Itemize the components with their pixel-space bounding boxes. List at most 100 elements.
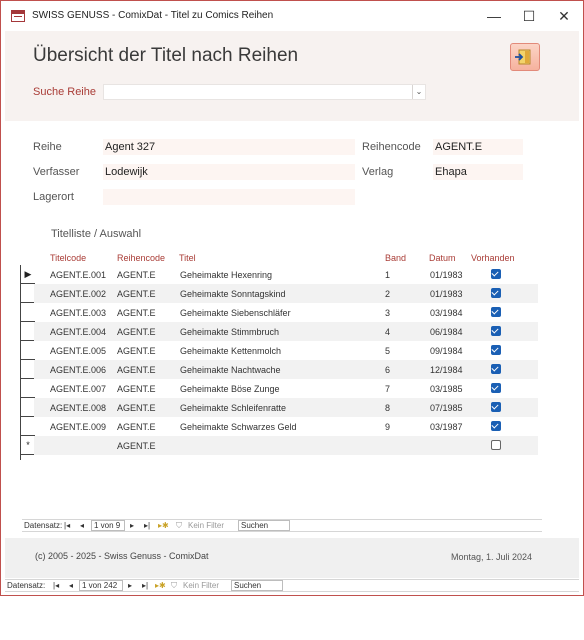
cell-titel[interactable]: Geheimakte Sonntagskind — [180, 289, 286, 299]
cell-titelcode[interactable]: AGENT.E.001 — [50, 270, 106, 280]
cell-datum[interactable]: 03/1984 — [430, 308, 463, 318]
reihencode-field[interactable]: AGENT.E — [433, 139, 523, 155]
cell-titel[interactable]: Geheimakte Stimmbruch — [180, 327, 279, 337]
new-record-button[interactable]: ▸✱ — [158, 521, 169, 530]
col-header-titelcode[interactable]: Titelcode — [50, 253, 86, 263]
cell-reihencode[interactable]: AGENT.E — [117, 289, 156, 299]
no-filter-button[interactable]: Kein Filter — [188, 521, 224, 530]
cell-datum[interactable]: 07/1985 — [430, 403, 463, 413]
previous-record-button[interactable]: ◂ — [80, 521, 84, 530]
col-header-vorhanden[interactable]: Vorhanden — [471, 253, 515, 263]
cell-titelcode[interactable]: AGENT.E.005 — [50, 346, 106, 356]
cell-band[interactable]: 8 — [385, 403, 390, 413]
table-row[interactable]: AGENT.E.007 AGENT.E Geheimakte Böse Zung… — [34, 379, 538, 398]
cell-datum[interactable]: 01/1983 — [430, 289, 463, 299]
record-selector[interactable] — [21, 398, 35, 417]
cell-band[interactable]: 1 — [385, 270, 390, 280]
cell-band[interactable]: 4 — [385, 327, 390, 337]
cell-titel[interactable]: Geheimakte Schleifenratte — [180, 403, 286, 413]
record-selector[interactable] — [21, 417, 35, 436]
record-selector[interactable] — [21, 341, 35, 360]
search-field[interactable]: Suchen — [238, 520, 290, 531]
vorhanden-checkbox[interactable] — [491, 269, 501, 279]
cell-band[interactable]: 3 — [385, 308, 390, 318]
cell-datum[interactable]: 03/1985 — [430, 384, 463, 394]
next-record-button[interactable]: ▸ — [130, 521, 134, 530]
cell-titel[interactable]: Geheimakte Siebenschläfer — [180, 308, 291, 318]
verfasser-field[interactable]: Lodewijk — [103, 164, 355, 180]
minimize-button[interactable]: — — [479, 5, 509, 27]
table-row[interactable]: AGENT.E.005 AGENT.E Geheimakte Kettenmol… — [34, 341, 538, 360]
cell-titelcode[interactable]: AGENT.E.008 — [50, 403, 106, 413]
new-record-row[interactable]: AGENT.E — [34, 436, 538, 455]
table-row[interactable]: AGENT.E.003 AGENT.E Geheimakte Siebensch… — [34, 303, 538, 322]
next-record-button[interactable]: ▸ — [128, 581, 132, 590]
current-record-field[interactable]: 1 von 242 — [79, 580, 123, 591]
table-row[interactable]: AGENT.E.008 AGENT.E Geheimakte Schleifen… — [34, 398, 538, 417]
cell-reihencode[interactable]: AGENT.E — [117, 441, 156, 451]
vorhanden-checkbox[interactable] — [491, 421, 501, 431]
cell-titel[interactable]: Geheimakte Kettenmolch — [180, 346, 281, 356]
vorhanden-checkbox[interactable] — [491, 345, 501, 355]
vorhanden-checkbox[interactable] — [491, 383, 501, 393]
table-row[interactable]: AGENT.E.001 AGENT.E Geheimakte Hexenring… — [34, 265, 538, 284]
cell-reihencode[interactable]: AGENT.E — [117, 270, 156, 280]
table-row[interactable]: AGENT.E.002 AGENT.E Geheimakte Sonntagsk… — [34, 284, 538, 303]
verlag-field[interactable]: Ehapa — [433, 164, 523, 180]
col-header-datum[interactable]: Datum — [429, 253, 456, 263]
cell-reihencode[interactable]: AGENT.E — [117, 365, 156, 375]
last-record-button[interactable]: ▸| — [144, 521, 150, 530]
cell-datum[interactable]: 09/1984 — [430, 346, 463, 356]
record-selector[interactable] — [21, 322, 35, 341]
first-record-button[interactable]: |◂ — [64, 521, 70, 530]
exit-button[interactable] — [510, 43, 540, 71]
cell-datum[interactable]: 12/1984 — [430, 365, 463, 375]
reihe-field[interactable]: Agent 327 — [103, 139, 355, 155]
cell-band[interactable]: 5 — [385, 346, 390, 356]
new-record-icon[interactable]: * — [21, 436, 35, 455]
vorhanden-checkbox[interactable] — [491, 402, 501, 412]
record-selector[interactable] — [21, 284, 35, 303]
previous-record-button[interactable]: ◂ — [69, 581, 73, 590]
cell-titel[interactable]: Geheimakte Schwarzes Geld — [180, 422, 297, 432]
cell-titelcode[interactable]: AGENT.E.003 — [50, 308, 106, 318]
cell-datum[interactable]: 06/1984 — [430, 327, 463, 337]
cell-reihencode[interactable]: AGENT.E — [117, 327, 156, 337]
maximize-button[interactable]: ☐ — [514, 5, 544, 27]
cell-titel[interactable]: Geheimakte Böse Zunge — [180, 384, 280, 394]
table-row[interactable]: AGENT.E.009 AGENT.E Geheimakte Schwarzes… — [34, 417, 538, 436]
first-record-button[interactable]: |◂ — [53, 581, 59, 590]
chevron-down-icon[interactable]: ⌄ — [412, 85, 425, 99]
table-row[interactable]: AGENT.E.004 AGENT.E Geheimakte Stimmbruc… — [34, 322, 538, 341]
cell-datum[interactable]: 01/1983 — [430, 270, 463, 280]
vorhanden-checkbox[interactable] — [491, 364, 501, 374]
cell-band[interactable]: 2 — [385, 289, 390, 299]
cell-datum[interactable]: 03/1987 — [430, 422, 463, 432]
cell-reihencode[interactable]: AGENT.E — [117, 384, 156, 394]
cell-band[interactable]: 9 — [385, 422, 390, 432]
table-row[interactable]: AGENT.E.006 AGENT.E Geheimakte Nachtwach… — [34, 360, 538, 379]
record-selector[interactable] — [21, 303, 35, 322]
lagerort-field[interactable] — [103, 189, 355, 205]
cell-reihencode[interactable]: AGENT.E — [117, 346, 156, 356]
cell-titelcode[interactable]: AGENT.E.009 — [50, 422, 106, 432]
new-record-button[interactable]: ▸✱ — [155, 581, 166, 590]
current-record-icon[interactable]: ▶ — [21, 265, 35, 284]
cell-band[interactable]: 7 — [385, 384, 390, 394]
cell-titelcode[interactable]: AGENT.E.007 — [50, 384, 106, 394]
cell-reihencode[interactable]: AGENT.E — [117, 422, 156, 432]
vorhanden-checkbox[interactable] — [491, 307, 501, 317]
cell-band[interactable]: 6 — [385, 365, 390, 375]
vorhanden-checkbox[interactable] — [491, 440, 501, 450]
cell-titelcode[interactable]: AGENT.E.004 — [50, 327, 106, 337]
record-selector[interactable] — [21, 379, 35, 398]
search-field[interactable]: Suchen — [231, 580, 283, 591]
current-record-field[interactable]: 1 von 9 — [91, 520, 125, 531]
cell-titel[interactable]: Geheimakte Hexenring — [180, 270, 272, 280]
vorhanden-checkbox[interactable] — [491, 326, 501, 336]
cell-titelcode[interactable]: AGENT.E.002 — [50, 289, 106, 299]
col-header-reihencode[interactable]: Reihencode — [117, 253, 165, 263]
col-header-band[interactable]: Band — [385, 253, 406, 263]
vorhanden-checkbox[interactable] — [491, 288, 501, 298]
record-selector[interactable] — [21, 360, 35, 379]
